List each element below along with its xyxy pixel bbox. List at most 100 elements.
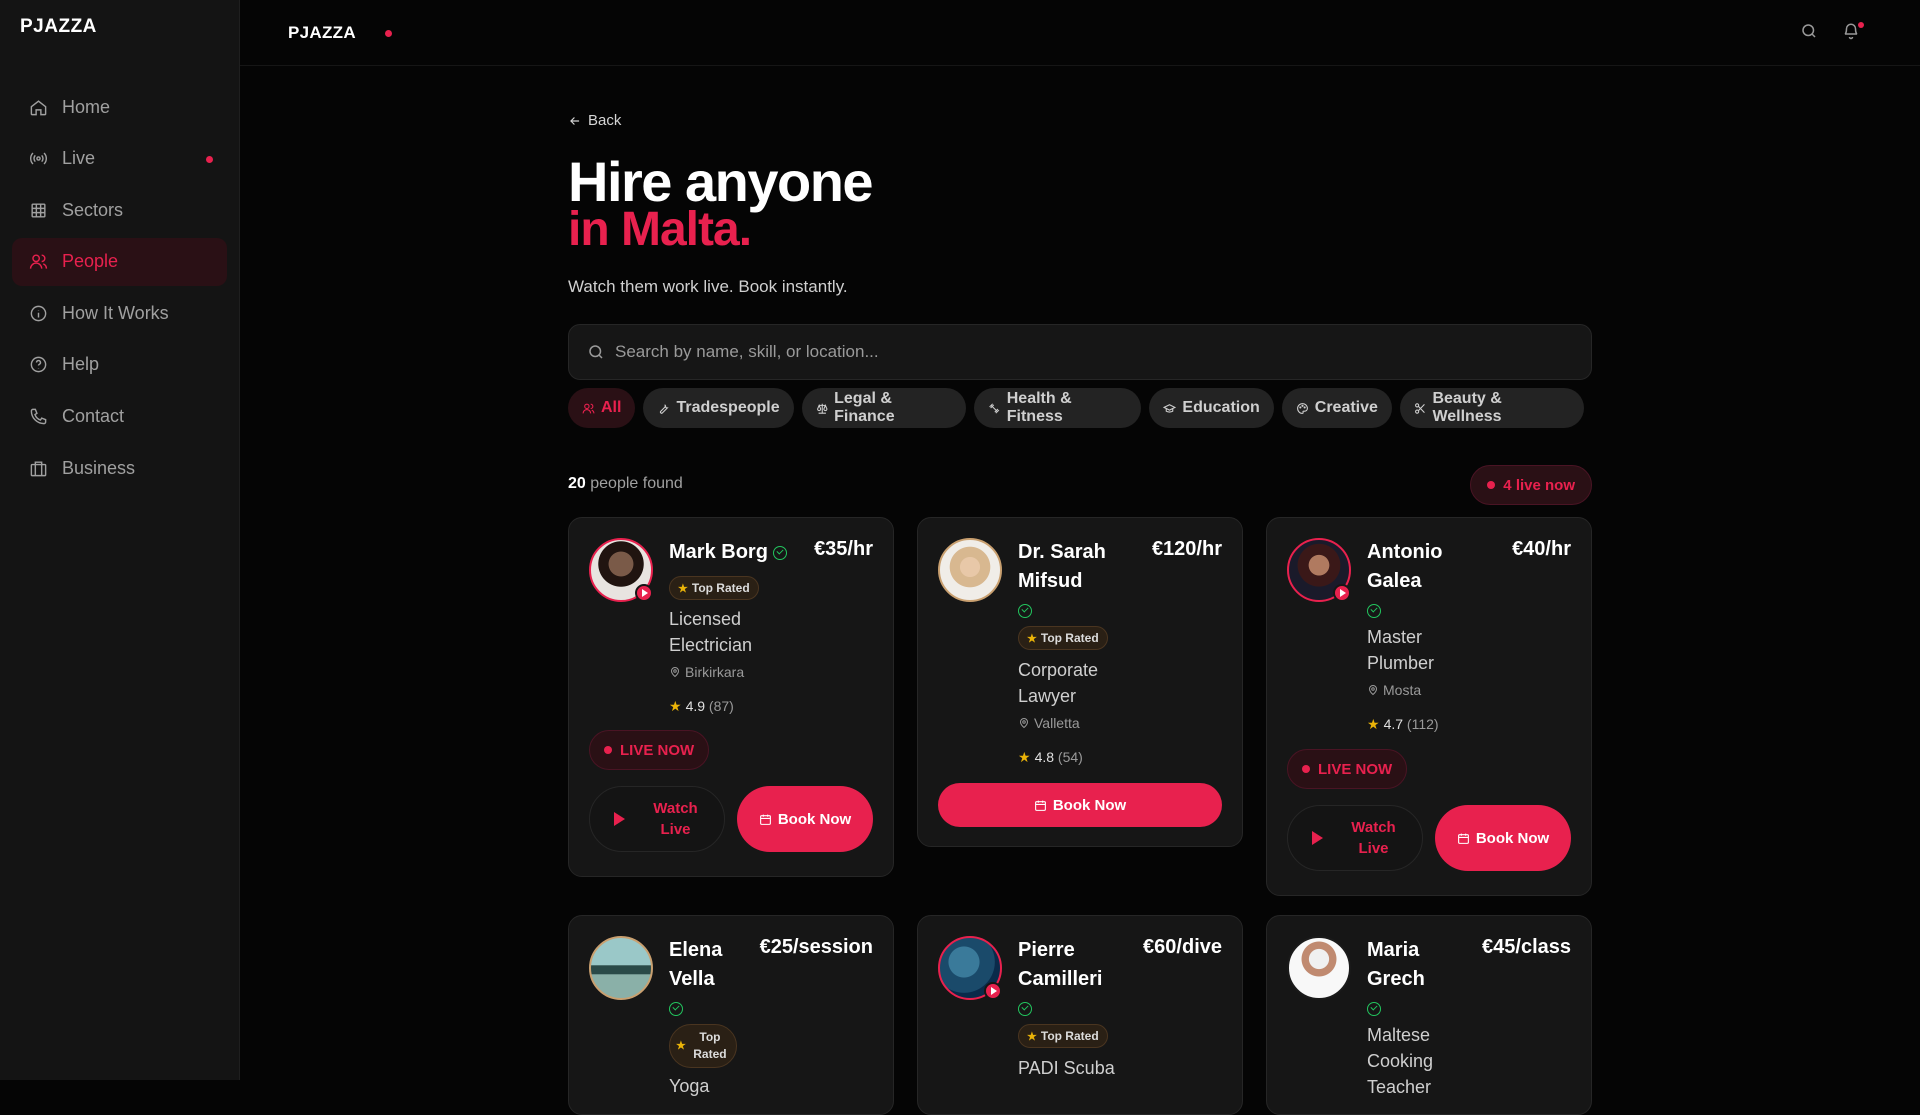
person-job: Maltese Cooking Teacher — [1367, 1025, 1434, 1097]
person-job: Corporate Lawyer — [1018, 660, 1099, 706]
book-now-button[interactable]: Book Now — [737, 786, 873, 852]
top-bar: PJAZZA — [240, 0, 1920, 66]
review-count: (87) — [708, 698, 734, 714]
sidebar-item-label: People — [62, 251, 119, 272]
verified-icon-wrap — [1367, 1000, 1381, 1018]
sidebar-item-how-it-works[interactable]: How It Works — [12, 289, 227, 337]
badge-label: Top Rated — [693, 1030, 727, 1061]
live-dot — [1487, 481, 1496, 489]
book-now-button[interactable]: Book Now — [938, 783, 1222, 827]
verified-icon-wrap — [669, 1000, 683, 1018]
book-now-button[interactable]: Book Now — [1435, 805, 1571, 871]
play-icon — [1333, 584, 1351, 602]
back-link[interactable]: Back — [568, 112, 621, 129]
grid-icon — [28, 200, 48, 220]
watch-live-button[interactable]: Watch Live — [1287, 805, 1423, 871]
watch-live-button[interactable]: Watch Live — [589, 786, 725, 852]
top-logo[interactable]: PJAZZA — [288, 23, 356, 43]
person-name: Mark Borg — [669, 538, 799, 567]
category-tradespeople[interactable]: Tradespeople — [643, 388, 794, 428]
star-icon: ★ — [1027, 1030, 1037, 1043]
person-card-antonio-galea[interactable]: Antonio Galea €40/hr Master Plumber Most… — [1266, 517, 1592, 896]
sidebar-item-label: Sectors — [62, 199, 124, 220]
page-title-accent: in Malta. — [568, 203, 752, 256]
palette-icon — [1296, 402, 1308, 414]
live-count-label: live now — [1515, 476, 1575, 494]
person-card-elena-vella[interactable]: Elena Vella €25/session ★ Top Rated Yoga — [568, 915, 894, 1115]
watch-live-label: Watch Live — [1351, 819, 1396, 857]
app-logo[interactable]: PJAZZA — [20, 16, 97, 38]
category-health-fitness[interactable]: Health & Fitness — [974, 388, 1142, 428]
badge-label: Top Rated — [1040, 1029, 1099, 1043]
person-job: PADI Scuba — [1018, 1058, 1115, 1078]
person-price: €60/dive — [1143, 936, 1222, 958]
sidebar-item-label: Help — [62, 354, 100, 375]
calendar-icon — [759, 814, 771, 825]
help-circle-icon — [28, 355, 48, 375]
person-card-mark-borg[interactable]: Mark Borg €35/hr ★ Top Rated Licensed Ele… — [568, 517, 894, 877]
person-rating: ★ 4.9 (87) — [669, 698, 734, 715]
category-legal-finance[interactable]: Legal & Finance — [801, 388, 967, 428]
results-count-number: 20 — [568, 475, 586, 492]
person-location: Valletta — [1018, 715, 1080, 731]
sidebar-item-label: Contact — [62, 406, 125, 427]
category-creative[interactable]: Creative — [1281, 388, 1392, 428]
category-all[interactable]: All — [568, 388, 636, 428]
results-count: 20 people found — [568, 475, 683, 493]
category-beauty-wellness[interactable]: Beauty & Wellness — [1399, 388, 1584, 428]
live-status-dot — [385, 30, 392, 37]
avatar — [589, 538, 653, 602]
live-now-label: LIVE NOW — [1318, 760, 1393, 778]
person-card-sarah-mifsud[interactable]: Dr. Sarah Mifsud ★ Top Rated €120/hr Corp… — [917, 517, 1243, 847]
avatar — [938, 936, 1002, 1000]
review-count: (112) — [1406, 716, 1439, 732]
category-label: All — [601, 399, 622, 416]
wrench-icon — [660, 403, 670, 414]
star-icon: ★ — [676, 1039, 686, 1052]
avatar — [1287, 936, 1351, 1000]
person-name: Elena Vella — [669, 939, 723, 990]
person-price: €40/hr — [1512, 538, 1571, 560]
verified-icon-wrap — [1367, 602, 1381, 620]
rating-value: 4.9 — [685, 698, 706, 714]
person-price: €35/hr — [814, 538, 873, 560]
verified-icon — [1018, 603, 1032, 618]
top-rated-badge: ★ Top Rated — [669, 1024, 737, 1068]
person-card-pierre-camilleri[interactable]: Pierre Camilleri €60/dive ★ Top Rated PAD… — [917, 915, 1243, 1115]
sidebar-item-help[interactable]: Help — [12, 341, 227, 389]
map-pin-icon — [670, 667, 680, 678]
map-pin-icon — [1368, 685, 1378, 696]
sidebar-item-live[interactable]: Live — [12, 135, 227, 183]
search-icon[interactable] — [1800, 22, 1822, 44]
person-card-maria-grech[interactable]: Maria Grech €45/class Maltese Cooking Te… — [1266, 915, 1592, 1115]
category-label: Beauty & Wellness — [1432, 390, 1502, 425]
back-label: Back — [588, 112, 622, 129]
person-price: €25/session — [759, 936, 873, 958]
person-rating: ★ 4.8 (54) — [1018, 749, 1083, 766]
person-price: €120/hr — [1151, 538, 1222, 560]
category-label: Creative — [1314, 399, 1378, 416]
person-job: Yoga — [669, 1076, 710, 1096]
sidebar-item-home[interactable]: Home — [12, 83, 227, 131]
verified-icon — [1367, 603, 1381, 618]
star-icon: ★ — [1018, 749, 1031, 765]
category-education[interactable]: Education — [1149, 388, 1274, 428]
search-icon — [589, 345, 603, 359]
watch-live-label: Watch Live — [653, 800, 698, 838]
person-name: Pierre Camilleri — [1018, 939, 1103, 990]
search-input[interactable] — [615, 342, 1515, 362]
bell-icon[interactable] — [1842, 22, 1864, 44]
person-job: Licensed Electrician — [669, 609, 753, 655]
sidebar-item-business[interactable]: Business — [12, 444, 227, 492]
live-now-badge: LIVE NOW — [1287, 749, 1408, 789]
sidebar-item-sectors[interactable]: Sectors — [12, 186, 227, 234]
top-rated-badge: ★ Top Rated — [1018, 1024, 1108, 1048]
person-name: Maria Grech — [1367, 939, 1425, 990]
live-now-count-badge[interactable]: 4 live now — [1470, 465, 1592, 505]
search-bar[interactable] — [568, 324, 1592, 380]
sidebar-item-people[interactable]: People — [12, 237, 227, 286]
sidebar-item-contact[interactable]: Contact — [12, 393, 227, 441]
star-icon: ★ — [669, 698, 682, 714]
sidebar-item-label: Business — [62, 457, 136, 478]
verified-icon — [669, 1001, 683, 1016]
